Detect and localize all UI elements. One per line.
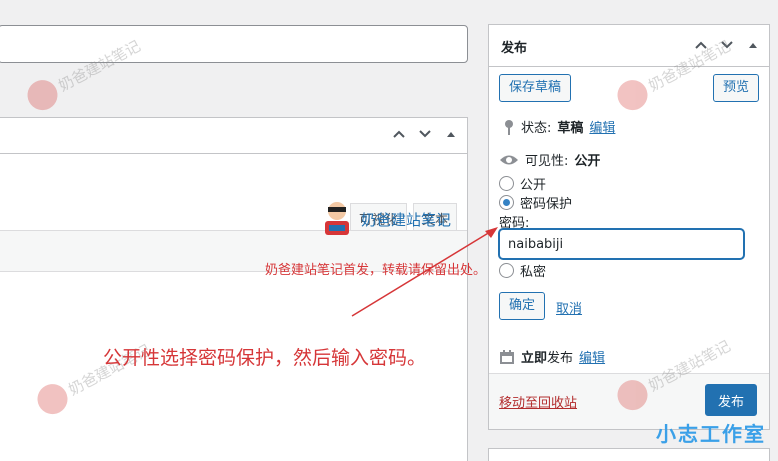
save-draft-button[interactable]: 保存草稿 (499, 74, 572, 102)
chevron-up-icon[interactable] (391, 126, 407, 142)
cancel-link[interactable]: 取消 (556, 298, 582, 317)
move-to-trash-link[interactable]: 移动至回收站 (499, 392, 577, 411)
annotation-text: 公开性选择密码保护，然后输入密码。 (103, 347, 427, 369)
password-input[interactable] (499, 229, 744, 259)
brand-watermark: 小志工作室 (656, 418, 766, 447)
status-label: 状态: (521, 121, 552, 136)
calendar-icon (500, 349, 514, 364)
publish-time-edit-link[interactable]: 编辑 (579, 347, 605, 366)
visibility-value: 公开 (574, 154, 601, 169)
status-edit-link[interactable]: 编辑 (589, 117, 615, 136)
chevron-down-icon[interactable] (417, 126, 433, 142)
option-label-private: 私密 (520, 265, 547, 280)
collapse-triangle-icon[interactable] (443, 126, 459, 142)
post-title-input[interactable] (0, 25, 468, 63)
publish-box-title: 发布 (501, 41, 528, 56)
editor-header (0, 118, 467, 154)
status-value: 草稿 (557, 121, 584, 136)
radio-public[interactable] (499, 176, 514, 191)
collapse-triangle-icon[interactable] (745, 37, 761, 53)
publish-time-suffix: 发布 (547, 351, 574, 366)
preview-button[interactable]: 预览 (712, 74, 759, 102)
pin-icon (505, 119, 513, 135)
eye-icon (500, 155, 518, 164)
annotation-arrow (351, 227, 498, 317)
visibility-row: 可见性: 公开 (499, 150, 600, 169)
visibility-option-password[interactable]: 密码保护 (499, 193, 572, 212)
brand-text: 小志工作室 (656, 422, 766, 446)
editor-box-controls (391, 126, 459, 142)
visibility-label: 可见性: (525, 154, 569, 169)
option-label-public: 公开 (520, 178, 547, 193)
publish-button[interactable]: 发布 (704, 384, 757, 416)
publish-time-label: 立即 (521, 351, 548, 366)
radio-password[interactable] (499, 195, 514, 210)
status-row: 状态: 草稿 编辑 (503, 117, 615, 136)
next-metabox (488, 448, 770, 461)
visibility-option-public[interactable]: 公开 (499, 174, 546, 193)
option-label-password: 密码保护 (520, 197, 573, 212)
publish-time-row: 立即发布 编辑 (499, 347, 605, 366)
